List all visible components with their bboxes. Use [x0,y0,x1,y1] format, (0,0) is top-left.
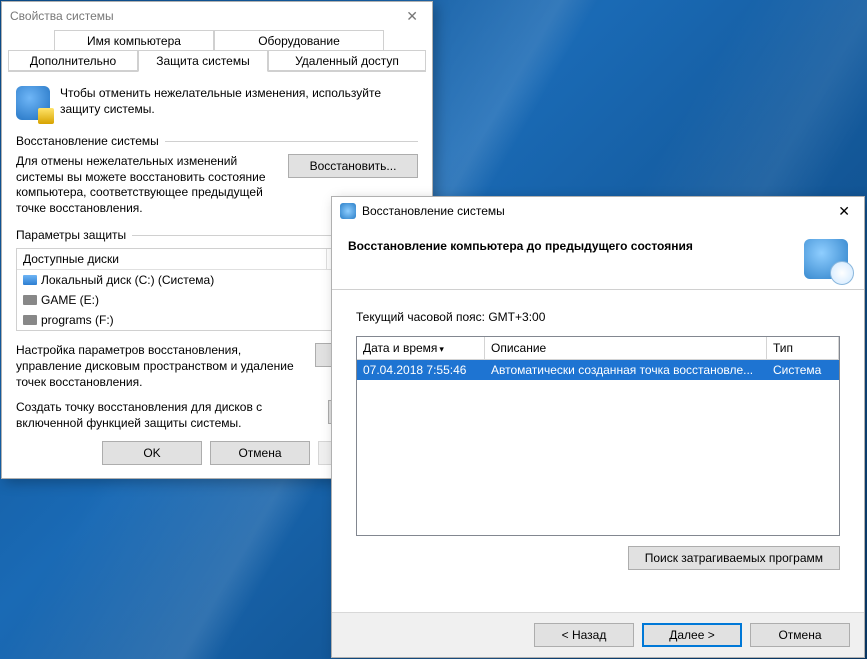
cancel-button[interactable]: Отмена [210,441,310,465]
drive-icon [23,275,37,285]
col-date-header[interactable]: Дата и время▾ [357,337,485,360]
restore-button[interactable]: Восстановить... [288,154,418,178]
restore-icon [340,203,356,219]
tab-strip: Имя компьютера Оборудование Дополнительн… [8,30,426,72]
timezone-label: Текущий часовой пояс: GMT+3:00 [356,310,840,324]
tab-remote[interactable]: Удаленный доступ [268,50,426,72]
col-desc-header[interactable]: Описание [485,337,767,360]
protection-hint: Чтобы отменить нежелательные изменения, … [60,86,418,120]
restore-description: Для отмены нежелательных изменений систе… [16,154,276,216]
window-title: Восстановление системы [362,204,505,218]
configure-description: Настройка параметров восстановления, упр… [16,343,303,390]
next-button[interactable]: Далее > [642,623,742,647]
close-icon[interactable]: ✕ [400,8,424,25]
system-restore-dialog: Восстановление системы ✕ Восстановление … [331,196,865,658]
scan-affected-button[interactable]: Поиск затрагиваемых программ [628,546,840,570]
shield-monitor-icon [16,86,50,120]
ok-button[interactable]: OK [102,441,202,465]
titlebar[interactable]: Свойства системы ✕ [2,2,432,30]
section-params-label: Параметры защиты [16,228,126,242]
restore-points-grid[interactable]: Дата и время▾ Описание Тип 07.04.2018 7:… [356,336,840,536]
drive-icon [23,315,37,325]
tab-advanced[interactable]: Дополнительно [8,50,138,72]
section-restore-label: Восстановление системы [16,134,159,148]
col-type-header[interactable]: Тип [767,337,839,360]
window-title: Свойства системы [10,9,114,23]
close-icon[interactable]: ✕ [832,203,856,220]
monitor-clock-icon [804,239,848,279]
restore-point-row[interactable]: 07.04.2018 7:55:46 Автоматически созданн… [357,360,839,380]
create-description: Создать точку восстановления для дисков … [16,400,316,431]
back-button[interactable]: < Назад [534,623,634,647]
titlebar[interactable]: Восстановление системы ✕ [332,197,864,225]
cancel-button[interactable]: Отмена [750,623,850,647]
col-drive-header[interactable]: Доступные диски [17,249,327,269]
drive-icon [23,295,37,305]
sort-desc-icon: ▾ [439,344,444,354]
tab-computer-name[interactable]: Имя компьютера [54,30,214,52]
wizard-heading: Восстановление компьютера до предыдущего… [348,239,693,253]
tab-hardware[interactable]: Оборудование [214,30,384,52]
tab-system-protection[interactable]: Защита системы [138,50,268,72]
